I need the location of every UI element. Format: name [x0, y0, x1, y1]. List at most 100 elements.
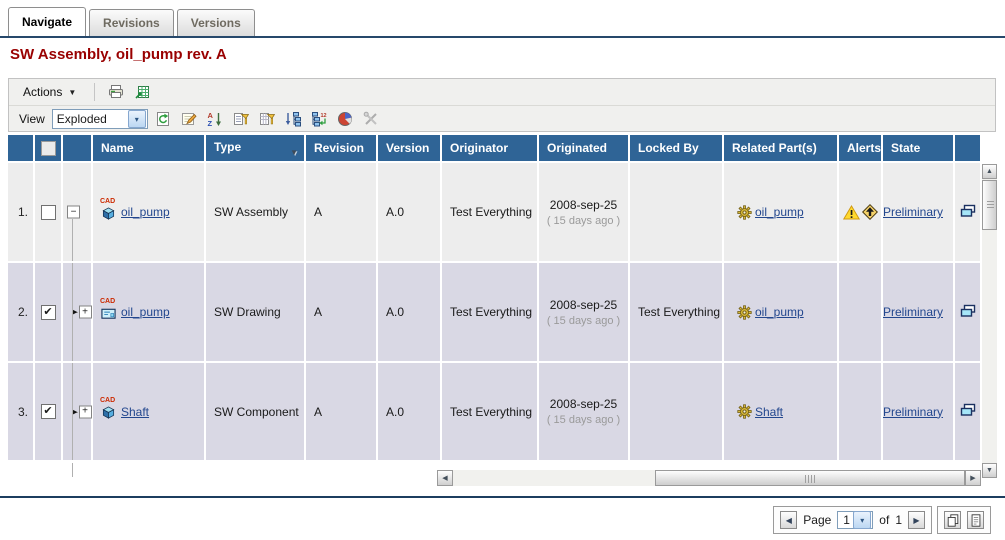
previous-page-button[interactable]: ◀	[780, 511, 797, 529]
sort-tree-icon[interactable]	[282, 109, 304, 129]
pie-chart-icon[interactable]	[334, 109, 356, 129]
navigate-page: Navigate Revisions Versions SW Assembly,…	[0, 0, 1005, 540]
tree-line	[72, 463, 73, 477]
state-link[interactable]: Preliminary	[883, 205, 943, 219]
originated-cell: 2008-sep-25 ( 15 days ago )	[539, 163, 630, 263]
row-select-cell: ✔	[35, 363, 63, 462]
tab-revisions[interactable]: Revisions	[89, 9, 174, 36]
row-checkbox[interactable]	[41, 205, 56, 220]
scroll-right-button[interactable]: ▶	[965, 470, 981, 486]
column-header-originator[interactable]: Originator	[442, 135, 539, 163]
scroll-up-button[interactable]: ▲	[982, 164, 997, 179]
print-icon	[108, 84, 124, 100]
related-part-link[interactable]: oil_pump	[755, 305, 804, 319]
view-select-value: Exploded	[53, 112, 127, 126]
item-name-link[interactable]: oil_pump	[121, 205, 170, 219]
chevron-down-icon: ▼	[68, 88, 76, 97]
edit-icon	[181, 111, 197, 127]
row-number: 2.	[8, 263, 35, 363]
column-header-alerts[interactable]: Alerts	[839, 135, 883, 163]
horizontal-scrollbar[interactable]: ◀ ▶	[437, 470, 981, 486]
view-select[interactable]: Exploded ▾	[52, 109, 148, 129]
state-link[interactable]: Preliminary	[883, 405, 943, 419]
vertical-scrollbar-thumb[interactable]	[982, 180, 997, 230]
collapse-node-button[interactable]: −	[67, 206, 80, 219]
tab-versions[interactable]: Versions	[177, 9, 255, 36]
row-checkbox[interactable]: ✔	[41, 305, 56, 320]
type-cell: SW Assembly	[206, 163, 306, 263]
column-header-type-label: Type	[214, 140, 241, 154]
horizontal-scrollbar-thumb[interactable]	[655, 470, 965, 486]
page-select[interactable]: 1 ▾	[837, 511, 873, 529]
filter-list-icon[interactable]	[230, 109, 252, 129]
scroll-left-button[interactable]: ◀	[437, 470, 453, 486]
cad-badge: CAD	[100, 397, 115, 404]
alerts-cell	[839, 263, 883, 363]
vertical-scrollbar[interactable]: ▲ ▼	[982, 164, 997, 478]
name-cell: CAD oil_pump	[93, 263, 206, 363]
print-row-cell[interactable]	[955, 263, 982, 363]
column-header-state[interactable]: State	[883, 135, 955, 163]
expander-cell: −	[63, 163, 93, 263]
single-page-view-button[interactable]	[967, 511, 984, 529]
originated-ago: ( 15 days ago )	[539, 315, 628, 327]
version-cell: A.0	[378, 163, 442, 263]
state-cell: Preliminary	[883, 163, 955, 263]
version-cell: A.0	[378, 263, 442, 363]
print-row-cell[interactable]	[955, 363, 982, 462]
sort-tree-icon	[285, 111, 301, 127]
warning-alert-icon[interactable]	[843, 205, 860, 220]
column-header-version[interactable]: Version	[378, 135, 442, 163]
next-page-button[interactable]: ▶	[908, 511, 925, 529]
column-header-name[interactable]: Name	[93, 135, 206, 163]
column-header-locked-by[interactable]: Locked By	[630, 135, 724, 163]
sort-az-icon[interactable]: A Z	[204, 109, 226, 129]
cad-part-icon: CAD	[101, 405, 117, 420]
actions-menu-button[interactable]: Actions ▼	[15, 83, 84, 101]
item-name-link[interactable]: oil_pump	[121, 305, 170, 319]
column-header-related-parts[interactable]: Related Part(s)	[724, 135, 839, 163]
update-needed-icon[interactable]	[862, 204, 878, 220]
tab-navigate[interactable]: Navigate	[8, 7, 86, 36]
refresh-icon[interactable]	[152, 109, 174, 129]
column-header-print	[955, 135, 982, 163]
export-table-icon[interactable]	[131, 82, 153, 102]
item-name-link[interactable]: Shaft	[121, 405, 149, 419]
print-icon[interactable]	[105, 82, 127, 102]
expand-node-button[interactable]: +	[79, 405, 92, 418]
svg-text:12: 12	[320, 113, 326, 119]
tree-arrow-icon: ▸	[73, 406, 78, 417]
tree-arrow-icon: ▸	[73, 307, 78, 318]
duplicate-window-icon	[960, 403, 976, 417]
gear-part-icon	[737, 404, 752, 419]
cad-assembly-icon: CAD	[101, 206, 117, 221]
expander-cell: ▸ +	[63, 263, 93, 363]
locked-by-cell: Test Everything	[630, 263, 724, 363]
tools-icon	[363, 111, 379, 127]
name-cell: CAD oil_pump	[93, 163, 206, 263]
tools-icon[interactable]	[360, 109, 382, 129]
type-cell: SW Component	[206, 363, 306, 462]
expand-node-button[interactable]: +	[79, 306, 92, 319]
related-part-link[interactable]: oil_pump	[755, 205, 804, 219]
row-checkbox[interactable]: ✔	[41, 404, 56, 419]
related-parts-cell: Shaft	[724, 363, 839, 462]
column-header-revision[interactable]: Revision	[306, 135, 378, 163]
scroll-down-button[interactable]: ▼	[982, 463, 997, 478]
filter-grid-icon[interactable]	[256, 109, 278, 129]
row-number: 1.	[8, 163, 35, 263]
alerts-cell	[839, 363, 883, 462]
state-link[interactable]: Preliminary	[883, 305, 943, 319]
table-row: 1. − CAD oil_pump	[8, 163, 982, 263]
column-header-type[interactable]: Type▼	[206, 135, 306, 163]
tree-structure-icon[interactable]: 12	[308, 109, 330, 129]
related-part-link[interactable]: Shaft	[755, 405, 783, 419]
print-row-cell[interactable]	[955, 163, 982, 263]
select-all-checkbox[interactable]	[41, 141, 56, 156]
multi-page-view-button[interactable]	[944, 511, 961, 529]
edit-icon[interactable]	[178, 109, 200, 129]
column-header-originated[interactable]: Originated	[539, 135, 630, 163]
page-title: SW Assembly, oil_pump rev. A	[10, 46, 227, 63]
checkmark: ✔	[43, 307, 52, 318]
revision-cell: A	[306, 163, 378, 263]
